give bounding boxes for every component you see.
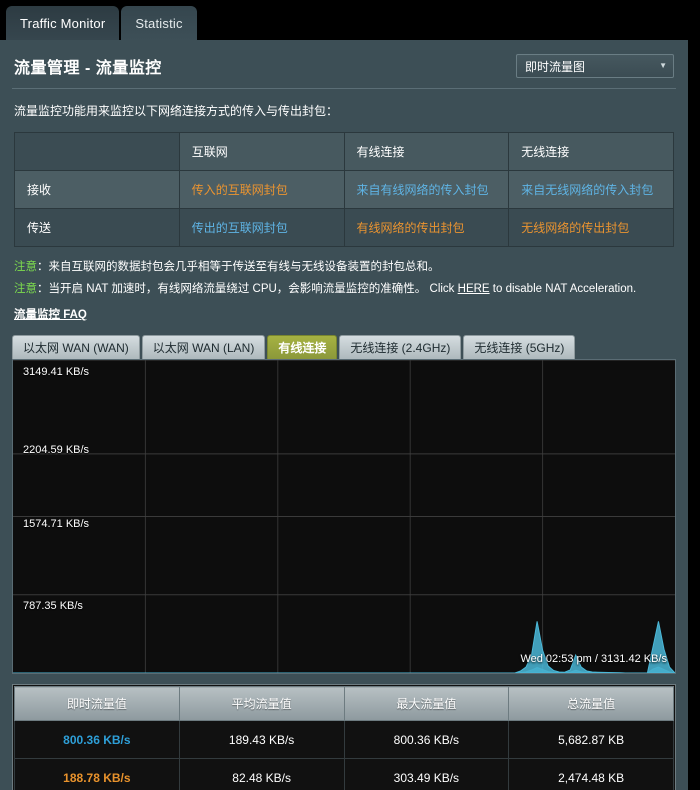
summary-total-rx: 5,682.87 KB [508, 720, 674, 760]
tab-traffic-monitor[interactable]: Traffic Monitor [6, 6, 120, 40]
table-row: 接收 传入的互联网封包 来自有线网络的传入封包 来自无线网络的传入封包 [14, 169, 674, 209]
tab-traffic-monitor-label: Traffic Monitor [20, 15, 106, 31]
top-tab-bar: Traffic Monitor Statistic [0, 0, 700, 40]
iface-tab-wireless-24[interactable]: 无线连接 (2.4GHz) [339, 335, 462, 360]
row-label-transmit: 传送 [14, 207, 180, 247]
chevron-down-icon: ▼ [659, 61, 667, 70]
cell-receive-internet[interactable]: 传入的互联网封包 [178, 169, 345, 209]
summary-col-current: 即时流量值 [14, 686, 180, 722]
description-table: 互联网 有线连接 无线连接 接收 传入的互联网封包 来自有线网络的传入封包 来自… [14, 131, 674, 247]
view-mode-select[interactable]: 即时流量图 ▼ [516, 54, 674, 78]
header-divider [12, 88, 676, 89]
cell-receive-wired[interactable]: 来自有线网络的传入封包 [343, 169, 510, 209]
y-axis-label-1: 2204.59 KB/s [23, 444, 90, 457]
note-text-1: ：来自互联网的数据封包会几乎相等于传送至有线与无线设备装置的封包总和。 [37, 260, 440, 273]
summary-header-row: 即时流量值 平均流量值 最大流量值 总流量值 [14, 686, 674, 722]
summary-col-total: 总流量值 [508, 686, 674, 722]
cell-transmit-wired-text: 有线网络的传出封包 [356, 220, 465, 235]
summary-current-tx-value: 188.78 KB/s [63, 770, 131, 785]
iface-tab-wan[interactable]: 以太网 WAN (WAN) [12, 335, 140, 360]
iface-tab-wired[interactable]: 有线连接 [267, 335, 338, 360]
summary-max-tx: 303.49 KB/s [343, 758, 510, 790]
iface-tab-wireless-24-label: 无线连接 (2.4GHz) [350, 341, 451, 356]
table-row: 800.36 KB/s 189.43 KB/s 800.36 KB/s 5,68… [14, 720, 674, 760]
faq-link[interactable]: 流量监控 FAQ [14, 306, 87, 322]
summary-average-rx: 189.43 KB/s [178, 720, 345, 760]
cell-receive-wireless[interactable]: 来自无线网络的传入封包 [508, 169, 674, 209]
table-row: 传送 传出的互联网封包 有线网络的传出封包 无线网络的传出封包 [14, 207, 674, 247]
iface-tab-wireless-5-label: 无线连接 (5GHz) [474, 341, 565, 356]
notes-block: 注意：来自互联网的数据封包会几乎相等于传送至有线与无线设备装置的封包总和。 注意… [0, 247, 688, 329]
y-axis-label-2: 1574.71 KB/s [23, 518, 90, 531]
y-axis-label-0: 3149.41 KB/s [23, 366, 90, 379]
page-title: 流量管理 - 流量监控 [14, 60, 162, 77]
traffic-chart[interactable]: 3149.41 KB/s 2204.59 KB/s 1574.71 KB/s 7… [12, 359, 676, 675]
tab-statistic[interactable]: Statistic [121, 6, 197, 40]
summary-max-rx: 800.36 KB/s [343, 720, 510, 760]
traffic-chart-canvas [13, 360, 675, 674]
cell-receive-wireless-text: 来自无线网络的传入封包 [521, 182, 654, 197]
summary-col-average: 平均流量值 [178, 686, 345, 722]
interface-tab-bar: 以太网 WAN (WAN) 以太网 WAN (LAN) 有线连接 无线连接 (2… [0, 329, 688, 360]
note-line-1: 注意：来自互联网的数据封包会几乎相等于传送至有线与无线设备装置的封包总和。 [14, 259, 674, 276]
summary-current-rx: 800.36 KB/s [14, 720, 180, 760]
cell-transmit-wireless[interactable]: 无线网络的传出封包 [508, 207, 674, 247]
panel-header: 流量管理 - 流量监控 即时流量图 ▼ [0, 40, 688, 88]
view-mode-select-value: 即时流量图 [525, 59, 586, 74]
summary-total-tx: 2,474.48 KB [508, 758, 674, 790]
row-label-receive: 接收 [14, 169, 180, 209]
tab-statistic-label: Statistic [135, 15, 183, 31]
description-table-header-row: 互联网 有线连接 无线连接 [14, 131, 674, 171]
summary-table-frame: 即时流量值 平均流量值 最大流量值 总流量值 800.36 KB/s 189.4… [12, 684, 676, 790]
main-panel: 流量管理 - 流量监控 即时流量图 ▼ 流量监控功能用来监控以下网络连接方式的传… [0, 40, 688, 790]
summary-current-tx: 188.78 KB/s [14, 758, 180, 790]
note-tag-2: 注意 [14, 283, 37, 296]
cell-transmit-wireless-text: 无线网络的传出封包 [521, 220, 630, 235]
note-text-2: ：当开启 NAT 加速时，有线网络流量绕过 CPU，会影响流量监控的准确性。 [37, 283, 427, 296]
iface-tab-wireless-5[interactable]: 无线连接 (5GHz) [463, 335, 576, 360]
note-tag-1: 注意 [14, 260, 37, 273]
description-col-internet: 互联网 [178, 131, 345, 171]
description-col-wired: 有线连接 [343, 131, 510, 171]
cell-receive-internet-text: 传入的互联网封包 [191, 182, 288, 197]
summary-current-rx-value: 800.36 KB/s [63, 732, 131, 747]
iface-tab-lan[interactable]: 以太网 WAN (LAN) [141, 335, 266, 360]
description-col-wireless: 无线连接 [508, 131, 674, 171]
y-axis-label-3: 787.35 KB/s [23, 600, 83, 613]
description-table-corner [14, 131, 180, 171]
cell-transmit-internet[interactable]: 传出的互联网封包 [178, 207, 345, 247]
note-tail: to disable NAT Acceleration. [492, 283, 637, 296]
iface-tab-wan-label: 以太网 WAN (WAN) [23, 341, 129, 356]
summary-average-tx: 82.48 KB/s [178, 758, 345, 790]
table-row: 188.78 KB/s 82.48 KB/s 303.49 KB/s 2,474… [14, 758, 674, 790]
iface-tab-lan-label: 以太网 WAN (LAN) [152, 341, 255, 356]
summary-table: 即时流量值 平均流量值 最大流量值 总流量值 800.36 KB/s 189.4… [14, 686, 674, 790]
cell-receive-wired-text: 来自有线网络的传入封包 [356, 182, 489, 197]
chart-timestamp: Wed 02:53 pm / 3131.42 KB/s [520, 653, 667, 666]
note-line-2: 注意：当开启 NAT 加速时，有线网络流量绕过 CPU，会影响流量监控的准确性。… [14, 281, 674, 298]
cell-transmit-wired[interactable]: 有线网络的传出封包 [343, 207, 510, 247]
summary-col-max: 最大流量值 [343, 686, 510, 722]
note-click-word: Click [429, 283, 455, 296]
cell-transmit-internet-text: 传出的互联网封包 [191, 220, 288, 235]
iface-tab-wired-label: 有线连接 [278, 341, 327, 356]
here-link[interactable]: HERE [458, 283, 490, 295]
intro-text: 流量监控功能用来监控以下网络连接方式的传入与传出封包： [14, 104, 339, 118]
